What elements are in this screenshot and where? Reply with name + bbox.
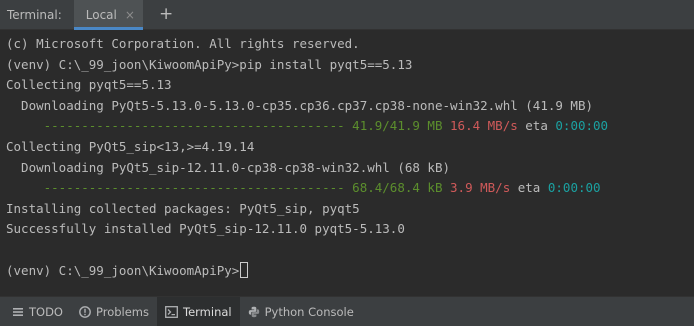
terminal-line: Successfully installed PyQt5_sip-12.11.0…: [6, 219, 694, 240]
terminal-line: Collecting PyQt5_sip<13,>=4.19.14: [6, 137, 694, 158]
tab-label: Terminal: [183, 304, 232, 319]
list-icon: [12, 306, 24, 318]
terminal-text: Collecting PyQt5_sip<13,>=4.19.14: [6, 138, 255, 154]
terminal-output[interactable]: (c) Microsoft Corporation. All rights re…: [0, 31, 694, 296]
terminal-text: (c) Microsoft Corporation. All rights re…: [6, 36, 360, 51]
tab-python-console[interactable]: Python Console: [240, 297, 362, 326]
tab-label: Python Console: [264, 304, 354, 319]
tab-terminal[interactable]: Terminal: [157, 296, 240, 326]
terminal-line: (c) Microsoft Corporation. All rights re…: [6, 34, 694, 55]
terminal-text: Downloading PyQt5-5.13.0-5.13.0-cp35.cp3…: [6, 97, 593, 113]
tool-window-title: Terminal:: [7, 7, 62, 22]
terminal-text: (venv) C:\_99_joon\KiwoomApiPy>pip insta…: [6, 56, 413, 72]
active-tab-indicator: [73, 26, 143, 30]
terminal-line: Collecting pyqt5==5.13: [6, 75, 694, 96]
terminal-cursor: [240, 261, 249, 278]
terminal-text: 3.9 MB/s: [450, 180, 511, 196]
problems-icon: [79, 305, 91, 318]
tab-local-label: Local: [85, 7, 117, 22]
terminal-text: ----------------------------------------…: [6, 118, 451, 134]
terminal-line: (venv) C:\_99_joon\KiwoomApiPy>pip insta…: [6, 55, 694, 76]
tool-window-bar: TODO Problems Terminal Python Console: [0, 296, 694, 326]
tab-todo[interactable]: TODO: [4, 297, 71, 326]
terminal-text: 0:00:00: [547, 180, 601, 196]
tab-local[interactable]: Local ×: [73, 0, 143, 30]
terminal-text: Installing collected packages: PyQt5_sip…: [6, 200, 360, 216]
terminal-line: Installing collected packages: PyQt5_sip…: [6, 199, 694, 220]
tab-label: Problems: [95, 304, 149, 319]
python-icon: [248, 306, 260, 318]
terminal-text: eta: [510, 180, 548, 196]
terminal-text: Collecting pyqt5==5.13: [6, 77, 172, 93]
terminal-tab-bar: Terminal: Local × +: [0, 0, 694, 30]
terminal-line: (venv) C:\_99_joon\KiwoomApiPy>: [6, 261, 694, 282]
terminal-line: Downloading PyQt5-5.13.0-5.13.0-cp35.cp3…: [6, 96, 694, 117]
terminal-text: eta: [517, 118, 556, 134]
terminal-text: (venv) C:\_99_joon\KiwoomApiPy>: [6, 262, 240, 278]
terminal-text: Downloading PyQt5_sip-12.11.0-cp38-cp38-…: [6, 159, 451, 175]
close-icon[interactable]: ×: [125, 9, 135, 21]
terminal-line: ----------------------------------------…: [6, 116, 694, 137]
terminal-line: Downloading PyQt5_sip-12.11.0-cp38-cp38-…: [6, 158, 694, 179]
terminal-text: Successfully installed PyQt5_sip-12.11.0…: [6, 221, 405, 237]
new-tab-plus-icon[interactable]: +: [159, 6, 173, 23]
tab-problems[interactable]: Problems: [71, 297, 157, 326]
terminal-line: ----------------------------------------…: [6, 178, 694, 199]
terminal-text: 0:00:00: [555, 118, 609, 134]
terminal-text: ----------------------------------------…: [6, 180, 451, 196]
tab-label: TODO: [29, 304, 63, 319]
terminal-text: 16.4 MB/s: [450, 118, 518, 134]
terminal-icon: [165, 305, 178, 318]
